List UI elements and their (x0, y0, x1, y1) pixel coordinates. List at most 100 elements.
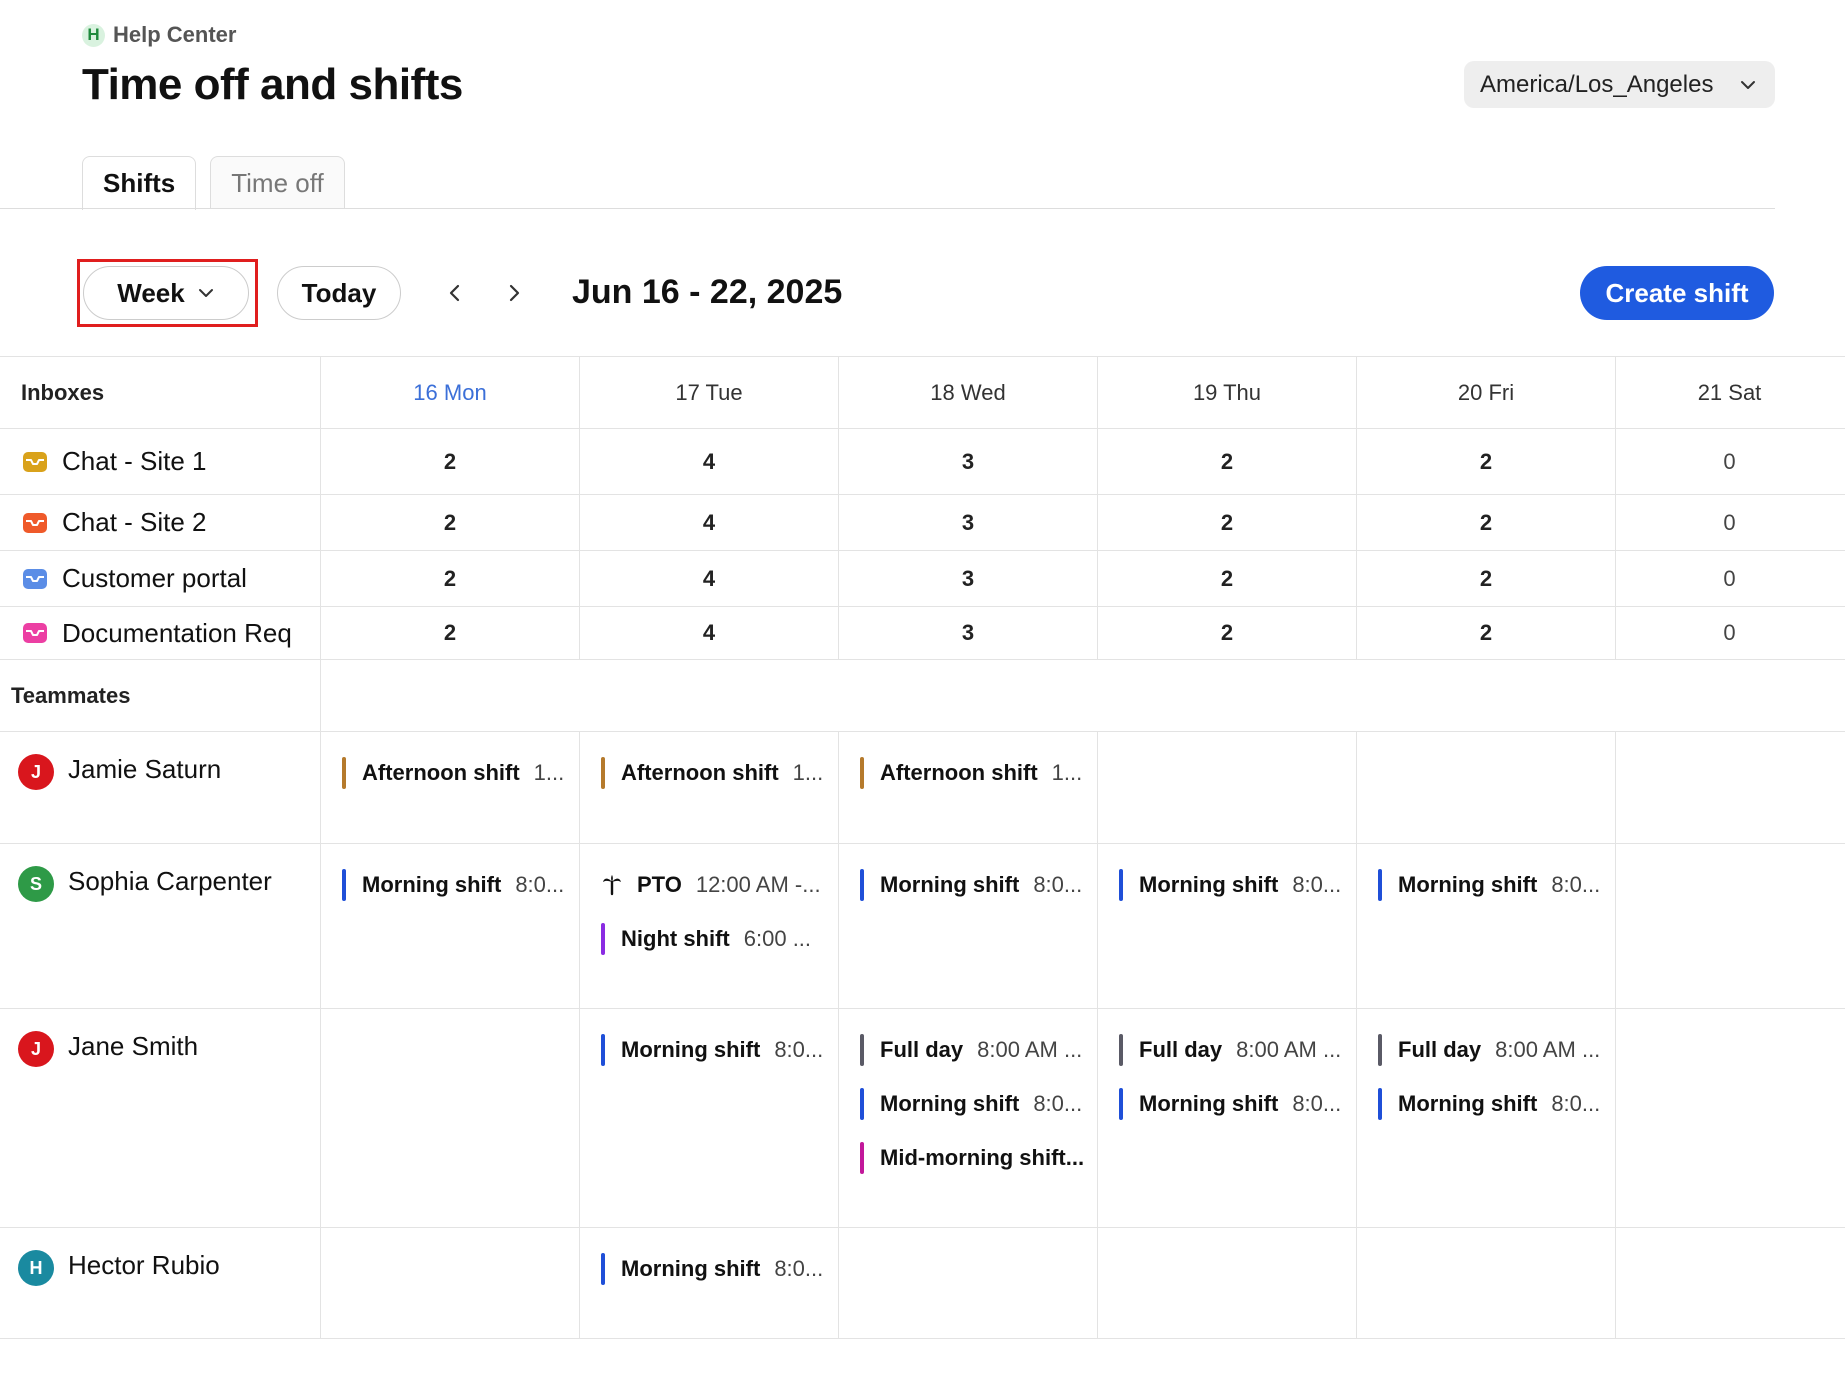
shift-chip[interactable]: Full day 8:00 AM ... (860, 1033, 1088, 1067)
teammate-cell[interactable]: J Jamie Saturn (0, 732, 320, 843)
shift-day-cell[interactable]: Full day 8:00 AM ... Morning shift 8:0... (1356, 1009, 1615, 1227)
shift-day-cell[interactable] (1097, 1228, 1356, 1338)
timezone-select[interactable]: America/Los_Angeles (1464, 61, 1775, 108)
shift-day-cell[interactable]: Morning shift 8:0... (1097, 844, 1356, 1008)
inbox-count-cell[interactable]: 4 (579, 607, 838, 659)
shift-color-bar (1378, 1034, 1382, 1066)
shift-day-cell[interactable] (1615, 1009, 1843, 1227)
view-select-button[interactable]: Week (83, 266, 249, 320)
inbox-count-cell[interactable]: 2 (1356, 429, 1615, 494)
inbox-count-cell[interactable]: 3 (838, 551, 1097, 606)
shift-day-cell[interactable]: Afternoon shift 1... (838, 732, 1097, 843)
teammate-cell[interactable]: H Hector Rubio (0, 1228, 320, 1338)
tab-time-off[interactable]: Time off (210, 156, 345, 209)
inboxes-header: Inboxes (21, 379, 105, 405)
inbox-count-cell[interactable]: 3 (838, 429, 1097, 494)
teammate-row: H Hector Rubio Morning shift 8:0... (0, 1227, 1845, 1339)
shift-chip[interactable]: PTO 12:00 AM -... (601, 868, 829, 902)
shift-chip[interactable]: Morning shift 8:0... (601, 1252, 829, 1286)
shift-day-cell[interactable] (1356, 732, 1615, 843)
day-header[interactable]: 16 Mon (320, 357, 579, 428)
inbox-count-cell[interactable]: 2 (1356, 607, 1615, 659)
shift-day-cell[interactable]: Morning shift 8:0... (320, 844, 579, 1008)
inbox-count-cell[interactable]: 0 (1615, 495, 1843, 550)
tab-shifts[interactable]: Shifts (82, 156, 197, 210)
shift-chip[interactable]: Afternoon shift 1... (601, 756, 829, 790)
shift-day-cell[interactable]: Morning shift 8:0... (838, 844, 1097, 1008)
shift-chip[interactable]: Afternoon shift 1... (860, 756, 1088, 790)
shift-chip[interactable]: Morning shift 8:0... (342, 868, 570, 902)
shift-chip[interactable]: Morning shift 8:0... (1378, 1087, 1606, 1121)
shift-day-cell[interactable] (320, 1009, 579, 1227)
inbox-count-cell[interactable]: 3 (838, 495, 1097, 550)
inbox-count-cell[interactable]: 3 (838, 607, 1097, 659)
shift-day-cell[interactable] (320, 1228, 579, 1338)
inbox-count-cell[interactable]: 2 (1097, 607, 1356, 659)
shift-day-cell[interactable]: Morning shift 8:0... (1356, 844, 1615, 1008)
inbox-count-cell[interactable]: 4 (579, 551, 838, 606)
shift-chip[interactable]: Full day 8:00 AM ... (1378, 1033, 1606, 1067)
inbox-count-cell[interactable]: 2 (1097, 551, 1356, 606)
shift-day-cell[interactable] (838, 1228, 1097, 1338)
inbox-count-cell[interactable]: 4 (579, 495, 838, 550)
shift-name: Afternoon shift (362, 760, 520, 785)
shift-chip[interactable]: Afternoon shift 1... (342, 756, 570, 790)
shift-time: 12:00 AM -... (695, 872, 821, 897)
shift-day-cell[interactable]: Full day 8:00 AM ... Morning shift 8:0... (1097, 1009, 1356, 1227)
inbox-count-cell[interactable]: 2 (1356, 551, 1615, 606)
shift-day-cell[interactable]: Morning shift 8:0... (579, 1009, 838, 1227)
shift-chip[interactable]: Full day 8:00 AM ... (1119, 1033, 1347, 1067)
breadcrumb[interactable]: H Help Center (82, 22, 236, 48)
teammate-cell[interactable]: J Jane Smith (0, 1009, 320, 1227)
shift-chip[interactable]: Night shift 6:00 ... (601, 922, 829, 956)
shift-day-cell[interactable]: Afternoon shift 1... (320, 732, 579, 843)
inbox-count-cell[interactable]: 2 (320, 429, 579, 494)
shift-day-cell[interactable] (1615, 732, 1843, 843)
shift-chip[interactable]: Morning shift 8:0... (1119, 868, 1347, 902)
calendar-toolbar: Week Today Jun 16 - 22, 2025 Create shif… (0, 258, 1845, 328)
teammate-cell[interactable]: S Sophia Carpenter (0, 844, 320, 1008)
inbox-count-cell[interactable]: 4 (579, 429, 838, 494)
inbox-name-cell[interactable]: Chat - Site 2 (0, 495, 320, 550)
shift-chip[interactable]: Morning shift 8:0... (860, 1087, 1088, 1121)
day-header[interactable]: 17 Tue (579, 357, 838, 428)
day-header[interactable]: 20 Fri (1356, 357, 1615, 428)
shift-chip[interactable]: Morning shift 8:0... (601, 1033, 829, 1067)
chevron-right-icon[interactable] (496, 275, 532, 311)
inbox-icon (22, 568, 48, 590)
shift-day-cell[interactable] (1615, 1228, 1843, 1338)
shift-day-cell[interactable]: Morning shift 8:0... (579, 1228, 838, 1338)
chevron-left-icon[interactable] (437, 275, 473, 311)
create-shift-button[interactable]: Create shift (1580, 266, 1774, 320)
inbox-count-cell[interactable]: 2 (320, 551, 579, 606)
shift-day-cell[interactable] (1615, 844, 1843, 1008)
inbox-count-cell[interactable]: 2 (320, 495, 579, 550)
today-button[interactable]: Today (277, 266, 401, 320)
shift-chip[interactable]: Mid-morning shift... (860, 1141, 1088, 1175)
day-header[interactable]: 19 Thu (1097, 357, 1356, 428)
inbox-name-cell[interactable]: Chat - Site 1 (0, 429, 320, 494)
shift-day-cell[interactable]: PTO 12:00 AM -... Night shift 6:00 ... (579, 844, 838, 1008)
inbox-name-cell[interactable]: Documentation Req (0, 607, 320, 659)
inbox-count-cell[interactable]: 2 (1356, 495, 1615, 550)
teammate-row: J Jamie Saturn Afternoon shift 1... Afternoo… (0, 731, 1845, 843)
shift-day-cell[interactable]: Afternoon shift 1... (579, 732, 838, 843)
inbox-count-cell[interactable]: 0 (1615, 607, 1843, 659)
inbox-name-cell[interactable]: Customer portal (0, 551, 320, 606)
shift-chip[interactable]: Morning shift 8:0... (1119, 1087, 1347, 1121)
inbox-count-cell[interactable]: 0 (1615, 551, 1843, 606)
shift-chip[interactable]: Morning shift 8:0... (860, 868, 1088, 902)
day-header[interactable]: 18 Wed (838, 357, 1097, 428)
shift-time: 8:0... (1551, 872, 1601, 897)
avatar: J (18, 1031, 54, 1067)
shift-day-cell[interactable] (1356, 1228, 1615, 1338)
workspace-badge-icon: H (82, 23, 105, 47)
inbox-count-cell[interactable]: 2 (1097, 429, 1356, 494)
shift-day-cell[interactable]: Full day 8:00 AM ... Morning shift 8:0... Mi… (838, 1009, 1097, 1227)
inbox-count-cell[interactable]: 2 (1097, 495, 1356, 550)
inbox-count-cell[interactable]: 0 (1615, 429, 1843, 494)
inbox-count-cell[interactable]: 2 (320, 607, 579, 659)
shift-day-cell[interactable] (1097, 732, 1356, 843)
shift-chip[interactable]: Morning shift 8:0... (1378, 868, 1606, 902)
day-header[interactable]: 21 Sat (1615, 357, 1843, 428)
